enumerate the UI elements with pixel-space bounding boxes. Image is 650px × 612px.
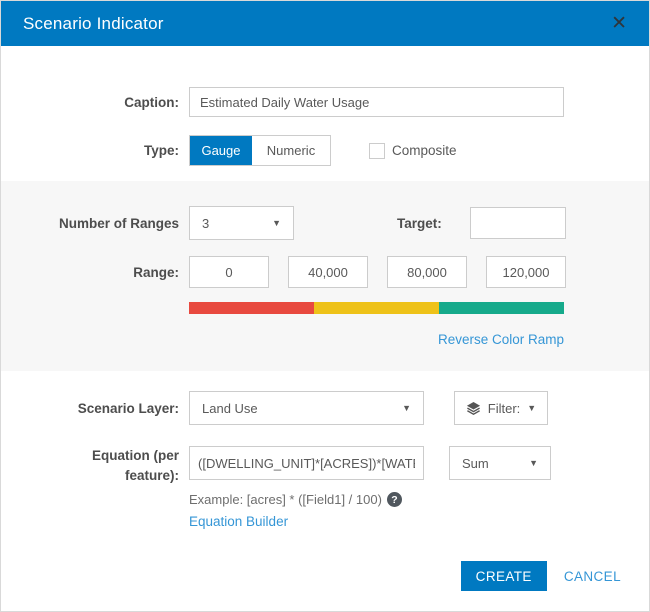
close-icon[interactable]: ✕: [607, 12, 631, 35]
equation-builder-link[interactable]: Equation Builder: [189, 514, 288, 529]
equation-example-line: Example: [acres] * ([Field1] / 100) ?: [189, 492, 649, 508]
range-row: Range:: [1, 256, 649, 288]
chevron-down-icon: ▼: [527, 403, 537, 413]
ramp-segment-red: [189, 302, 314, 314]
dialog-footer: CREATE CANCEL: [460, 561, 621, 591]
ramp-segment-green: [439, 302, 564, 314]
scenario-layer-select[interactable]: Land Use ▼: [189, 391, 424, 425]
target-label: Target:: [397, 215, 442, 231]
target-input[interactable]: [469, 207, 566, 239]
composite-label: Composite: [392, 143, 457, 158]
ramp-segment-yellow: [314, 302, 439, 314]
aggregation-value: Sum: [462, 455, 489, 471]
range-label: Range:: [133, 264, 179, 280]
scenario-indicator-dialog: { "dialog": { "title": "Scenario Indicat…: [0, 0, 650, 612]
range-input-3[interactable]: [387, 256, 467, 288]
color-ramp-row: [1, 302, 649, 314]
equation-row: Equation (per feature): Sum ▼: [1, 446, 649, 485]
equation-builder-line: Equation Builder: [189, 513, 649, 531]
reverse-ramp-row: Reverse Color Ramp: [1, 331, 649, 349]
create-button[interactable]: CREATE: [460, 561, 547, 591]
filter-button[interactable]: Filter: ▼: [454, 391, 548, 425]
chevron-down-icon: ▼: [529, 458, 538, 468]
scenario-layer-label: Scenario Layer:: [77, 400, 179, 416]
aggregation-select[interactable]: Sum ▼: [449, 446, 551, 480]
equation-example-text: Example: [acres] * ([Field1] / 100): [189, 492, 382, 508]
scenario-layer-row: Scenario Layer: Land Use ▼ Filter: ▼: [1, 391, 649, 425]
composite-checkbox[interactable]: [369, 142, 385, 159]
color-ramp: [189, 302, 564, 314]
range-input-4[interactable]: [486, 256, 566, 288]
filter-label: Filter:: [487, 400, 521, 416]
equation-label: Equation (per feature):: [92, 448, 179, 483]
type-segmented-control: Gauge Numeric: [189, 135, 331, 166]
type-row: Type: Gauge Numeric Composite: [1, 135, 649, 166]
number-of-ranges-row: Number of Ranges 3 ▼ Target:: [1, 206, 649, 240]
equation-input[interactable]: [189, 446, 424, 480]
type-label: Type:: [143, 143, 179, 158]
range-input-2[interactable]: [288, 256, 368, 288]
caption-label: Caption:: [124, 94, 179, 110]
layers-icon: [466, 401, 481, 416]
dialog-title: Scenario Indicator: [23, 13, 164, 33]
chevron-down-icon: ▼: [402, 403, 411, 413]
caption-input[interactable]: [189, 87, 564, 117]
reverse-color-ramp-link[interactable]: Reverse Color Ramp: [438, 332, 564, 347]
ranges-panel: Number of Ranges 3 ▼ Target: Range: 0 40…: [1, 181, 649, 371]
number-of-ranges-select[interactable]: 3 ▼: [189, 206, 294, 240]
chevron-down-icon: ▼: [272, 218, 281, 228]
range-input-1[interactable]: [189, 256, 269, 288]
dialog-header: Scenario Indicator ✕: [1, 1, 649, 46]
number-of-ranges-value: 3: [202, 215, 210, 231]
number-of-ranges-label: Number of Ranges: [58, 215, 179, 231]
type-option-numeric[interactable]: Numeric: [252, 136, 330, 165]
help-icon[interactable]: ?: [386, 492, 402, 508]
caption-row: Caption:: [1, 87, 649, 117]
scenario-layer-value: Land Use: [202, 400, 258, 416]
cancel-button[interactable]: CANCEL: [564, 569, 621, 584]
type-option-gauge[interactable]: Gauge: [190, 136, 252, 165]
